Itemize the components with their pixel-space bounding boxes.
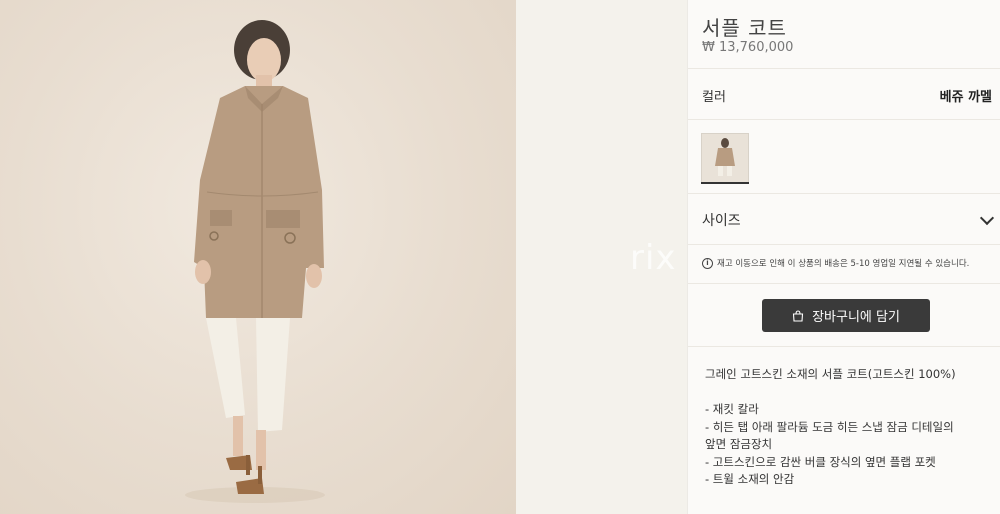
- swatch-selected-indicator: [701, 182, 749, 184]
- feature-item: - 트윌 소재의 안감: [705, 472, 795, 486]
- product-description: 그레인 고트스킨 소재의 서플 코트(고트스킨 100%) - 재킷 칼라 - …: [705, 366, 956, 489]
- feature-item: - 히든 탭 아래 팔라듐 도금 히든 스냅 잠금 디테일의: [705, 419, 954, 434]
- color-value: 베쥬 까멜: [939, 90, 992, 105]
- info-icon: i: [702, 257, 713, 269]
- divider: [688, 283, 1000, 284]
- product-price: ₩ 13,760,000: [702, 40, 794, 55]
- size-label: 사이즈: [702, 213, 741, 229]
- model-illustration: [185, 20, 325, 503]
- product-title: 서플 코트: [702, 16, 787, 40]
- watermark: rix: [630, 238, 677, 278]
- swatch-thumbnail-icon: [715, 138, 735, 176]
- add-to-cart-button[interactable]: 장바구니에 담기: [762, 299, 930, 332]
- feature-item: - 재킷 칼라: [705, 402, 759, 416]
- divider: [688, 68, 1000, 69]
- feature-item: 앞면 잠금장치: [705, 437, 773, 451]
- divider: [688, 193, 1000, 194]
- divider: [688, 119, 1000, 120]
- shopping-bag-icon: [792, 309, 804, 322]
- description-lead: 그레인 고트스킨 소재의 서플 코트(고트스킨 100%): [705, 367, 956, 381]
- chevron-down-icon: [979, 210, 995, 226]
- add-to-cart-label: 장바구니에 담기: [812, 310, 900, 325]
- color-row: 컬러 베쥬 까멜: [702, 86, 992, 105]
- size-selector[interactable]: 사이즈: [702, 210, 995, 230]
- product-image: [0, 0, 516, 514]
- divider: [688, 244, 1000, 245]
- feature-item: - 고트스킨으로 감싼 버클 장식의 옆면 플랩 포켓: [705, 454, 936, 469]
- divider: [688, 346, 1000, 347]
- color-swatch-beige-camel[interactable]: [701, 133, 749, 183]
- product-detail-panel: 서플 코트 ₩ 13,760,000 컬러 베쥬 까멜 사이즈 i 재고 이동으…: [687, 0, 1000, 514]
- color-label: 컬러: [702, 90, 726, 105]
- shipping-notice-text: 재고 이동으로 인해 이 상품의 배송은 5-10 영업일 지연될 수 있습니다…: [717, 259, 970, 269]
- shipping-notice: i 재고 이동으로 인해 이 상품의 배송은 5-10 영업일 지연될 수 있습…: [702, 257, 969, 269]
